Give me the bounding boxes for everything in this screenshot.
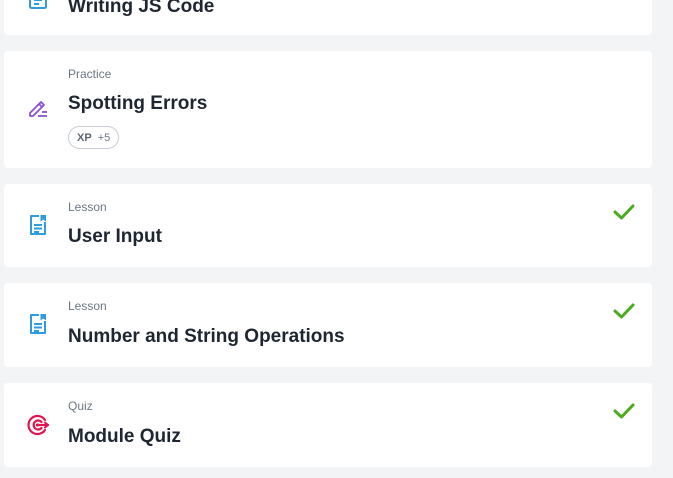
list-item-module-quiz[interactable]: Quiz Module Quiz	[4, 383, 652, 467]
document-icon	[30, 314, 46, 334]
document-icon	[29, 0, 47, 9]
xp-badge: XP +5	[68, 126, 120, 149]
item-title: Spotting Errors	[68, 93, 208, 114]
target-arrow-icon	[27, 414, 50, 436]
item-type-label: Practice	[68, 67, 112, 81]
list-item-spotting-errors[interactable]: Practice Spotting Errors XP +5	[4, 51, 652, 168]
item-type-label: Lesson	[68, 299, 107, 313]
checkmark-icon	[613, 303, 635, 319]
item-title: Module Quiz	[68, 426, 181, 447]
item-type-label: Quiz	[68, 399, 93, 413]
list-item-number-and-string-operations[interactable]: Lesson Number and String Operations	[4, 283, 652, 367]
list-item-writing-js-code[interactable]: Writing JS Code	[4, 0, 652, 35]
list-item-user-input[interactable]: Lesson User Input	[4, 184, 652, 267]
pencil-lines-icon	[29, 101, 47, 117]
module-content-list: Writing JS Code Practice Spotting Errors…	[0, 0, 673, 478]
checkmark-icon	[613, 403, 635, 419]
item-title: Number and String Operations	[68, 326, 345, 347]
xp-label: XP	[77, 131, 92, 144]
checkmark-icon	[613, 204, 635, 220]
xp-value: +5	[97, 131, 111, 144]
document-icon	[30, 215, 46, 235]
item-title: User Input	[68, 226, 162, 247]
item-title: Writing JS Code	[68, 0, 215, 17]
item-type-label: Lesson	[68, 200, 107, 214]
